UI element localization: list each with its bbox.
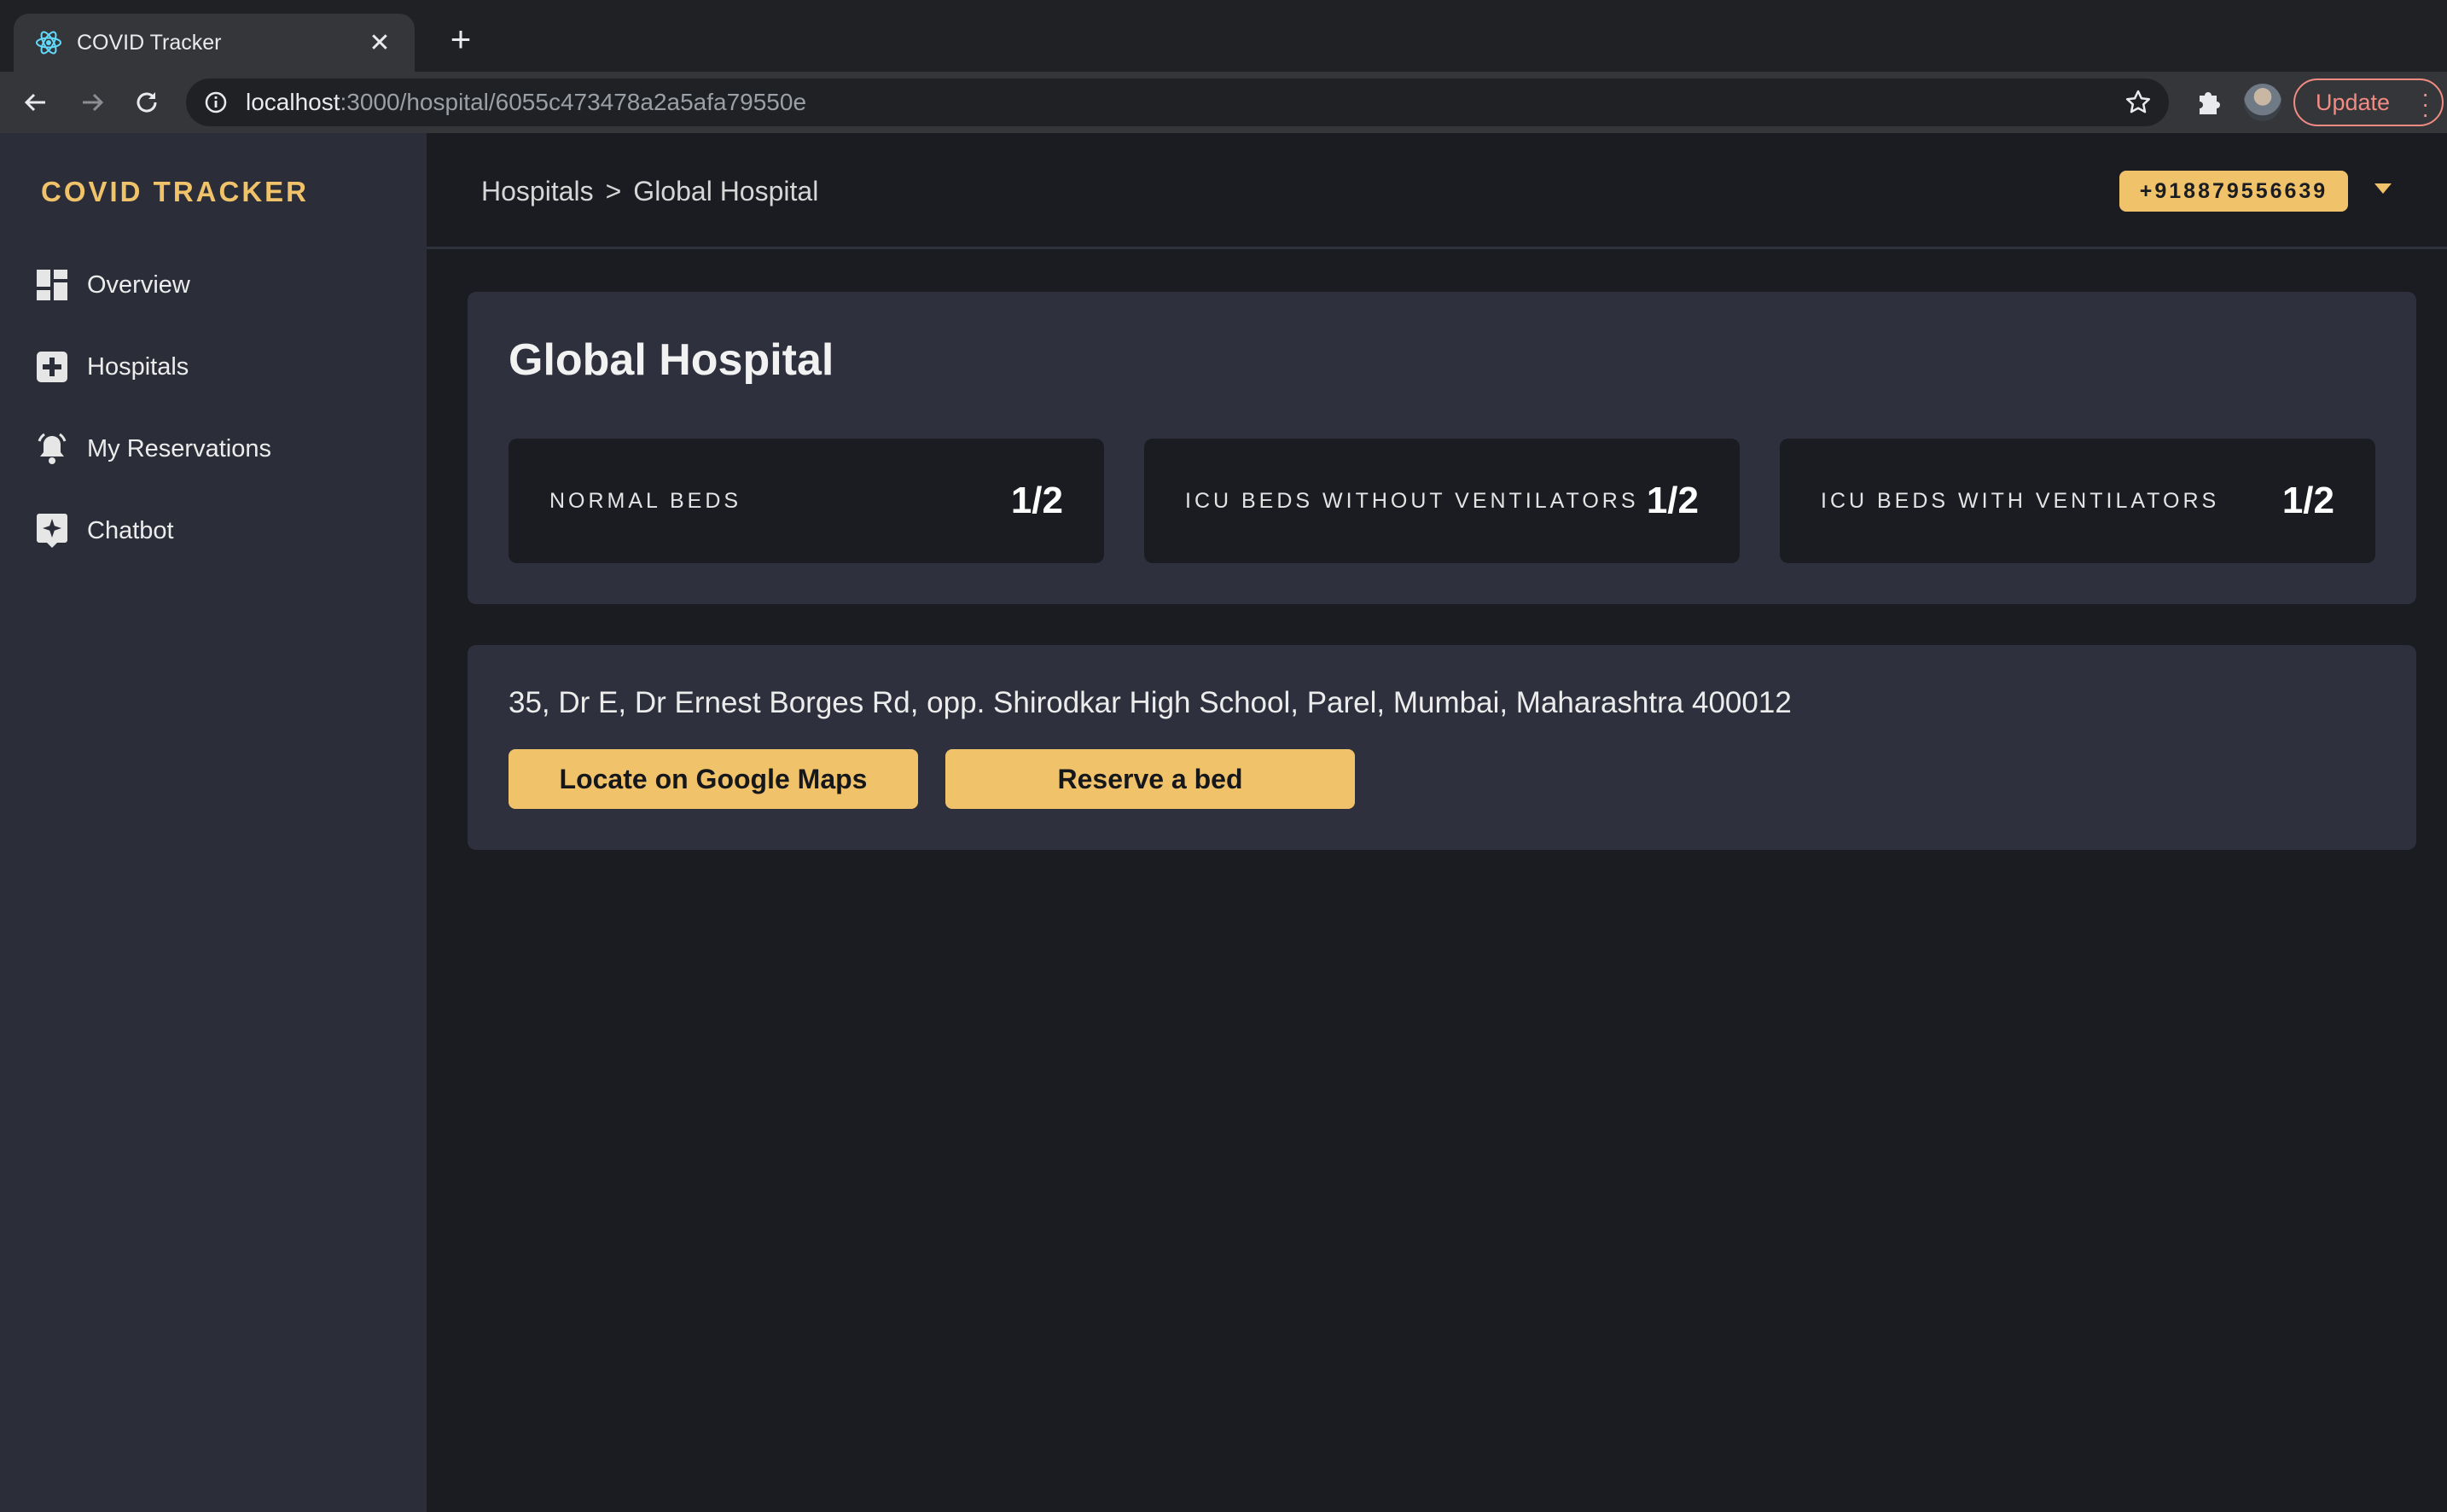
react-favicon-icon [34,28,63,57]
app-brand[interactable]: COVID TRACKER [41,176,309,208]
tab-title: COVID Tracker [77,30,222,55]
sidebar-item-label: My Reservations [87,434,271,462]
breadcrumb-separator: > [605,176,622,206]
site-info-icon[interactable] [203,90,229,115]
update-label: Update [2316,89,2391,115]
dashboard-icon [34,267,70,303]
address-bar[interactable]: localhost:3000/hospital/6055c473478a2a5a… [186,79,2169,126]
stat-value: 1/2 [1010,480,1063,521]
sidebar-item-hospitals[interactable]: Hospitals [34,341,392,393]
hospital-address: 35, Dr E, Dr Ernest Borges Rd, opp. Shir… [509,686,1792,719]
tab-close-icon[interactable]: ✕ [365,28,394,58]
stat-value: 1/2 [1646,480,1699,521]
reload-icon[interactable] [130,85,164,119]
page-header: Hospitals > Global Hospital +918879556639 [427,133,2447,249]
sidebar-item-chatbot[interactable]: Chatbot [34,505,392,556]
page-title: Global Hospital [509,335,834,385]
new-tab-button[interactable]: + [444,21,478,57]
url-path: :3000/hospital/6055c473478a2a5afa79550e [340,89,807,115]
breadcrumb: Hospitals > Global Hospital [481,176,818,207]
alarm-bell-icon [34,431,70,467]
forward-arrow-icon[interactable] [75,85,109,119]
stat-icu-without-ventilators: ICU BEDS WITHOUT VENTILATORS 1/2 [1144,439,1740,563]
sidebar-item-label: Hospitals [87,352,189,381]
stat-icu-with-ventilators: ICU BEDS WITH VENTILATORS 1/2 [1780,439,2375,563]
stat-label: NORMAL BEDS [549,488,742,513]
user-phone-badge[interactable]: +918879556639 [2119,171,2348,212]
sidebar-item-overview[interactable]: Overview [34,259,392,311]
sidebar-item-label: Chatbot [87,516,174,544]
more-menu-icon[interactable]: · · · [2421,82,2429,126]
sidebar: COVID TRACKER Overview Hospitals My Rese… [0,133,427,1512]
sparkle-chat-icon [34,513,70,549]
back-arrow-icon[interactable] [19,85,53,119]
breadcrumb-hospitals-link[interactable]: Hospitals [481,176,594,206]
breadcrumb-current: Global Hospital [633,176,819,206]
sidebar-item-label: Overview [87,270,190,299]
stat-normal-beds: NORMAL BEDS 1/2 [509,439,1104,563]
profile-avatar[interactable] [2244,84,2281,121]
stat-label: ICU BEDS WITHOUT VENTILATORS [1185,488,1639,513]
browser-tabstrip: COVID Tracker ✕ + [0,0,2447,72]
hospital-overview-card: Global Hospital NORMAL BEDS 1/2 ICU BEDS… [468,292,2416,604]
chevron-down-icon[interactable] [2374,183,2392,199]
stat-label: ICU BEDS WITH VENTILATORS [1821,488,2220,513]
reserve-bed-button[interactable]: Reserve a bed [945,749,1355,809]
sidebar-item-my-reservations[interactable]: My Reservations [34,423,392,474]
hospital-location-card: 35, Dr E, Dr Ernest Borges Rd, opp. Shir… [468,645,2416,850]
browser-tab[interactable]: COVID Tracker ✕ [14,14,415,72]
stat-value: 1/2 [2281,480,2334,521]
locate-on-maps-button[interactable]: Locate on Google Maps [509,749,918,809]
url-host: localhost [246,89,340,115]
extensions-puzzle-icon[interactable] [2191,85,2225,119]
browser-update-button[interactable]: Update · · · [2293,79,2444,126]
bookmark-star-icon[interactable] [2124,89,2152,116]
hospital-plus-icon [34,349,70,385]
browser-toolbar: localhost:3000/hospital/6055c473478a2a5a… [0,72,2447,133]
url-text: localhost:3000/hospital/6055c473478a2a5a… [246,89,806,116]
